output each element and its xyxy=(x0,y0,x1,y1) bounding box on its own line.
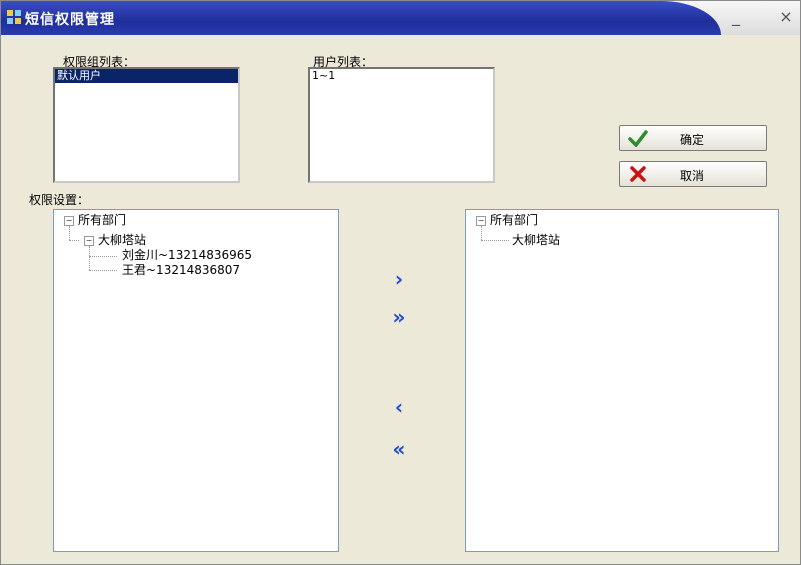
title-bar[interactable]: 短信权限管理 _ × xyxy=(1,1,800,35)
x-icon xyxy=(630,166,646,182)
user-list-item[interactable]: 1~1 xyxy=(310,69,493,83)
assigned-tree[interactable]: − 所有部门 大柳塔站 xyxy=(465,209,779,552)
window-title: 短信权限管理 xyxy=(25,12,115,28)
minimize-button[interactable]: _ xyxy=(725,7,747,27)
root-collapse-icon[interactable]: − xyxy=(64,216,74,226)
tree-node-user[interactable]: 刘金川~13214836965 xyxy=(122,248,252,262)
group-list-item[interactable]: 默认用户 xyxy=(55,69,238,83)
tree-connector xyxy=(481,240,509,241)
checkmark-icon xyxy=(628,130,648,147)
ok-button[interactable]: 确定 xyxy=(619,125,767,151)
tree-connector xyxy=(89,256,117,257)
child-collapse-icon[interactable]: − xyxy=(84,236,94,246)
minimize-icon: _ xyxy=(732,7,740,26)
tree-node-user[interactable]: 王君~13214836807 xyxy=(122,263,240,277)
remove-one-button[interactable]: ‹ xyxy=(387,397,411,417)
app-icon xyxy=(7,10,21,24)
add-one-button[interactable]: › xyxy=(387,269,411,289)
title-bar-tab: 短信权限管理 xyxy=(1,1,721,35)
add-all-button[interactable]: » xyxy=(387,307,411,327)
tree-connector xyxy=(69,240,79,241)
tree-connector xyxy=(481,226,482,240)
group-list[interactable]: 默认用户 xyxy=(53,67,240,183)
tree-node-root[interactable]: 所有部门 xyxy=(490,213,538,227)
close-button[interactable]: × xyxy=(775,7,797,27)
close-icon: × xyxy=(779,7,793,26)
tree-connector xyxy=(89,270,117,271)
ok-button-label: 确定 xyxy=(680,133,705,147)
double-chevron-right-icon: » xyxy=(392,305,406,329)
dialog-window: 短信权限管理 _ × 权限组列表： 默认用户 用户列表： 1~1 确定 取消 权… xyxy=(0,0,801,565)
tree-node-station[interactable]: 大柳塔站 xyxy=(98,233,146,247)
available-tree[interactable]: − 所有部门 − 大柳塔站 刘金川~13214836965 王君~1321483… xyxy=(53,209,339,552)
tree-connector xyxy=(69,226,70,240)
user-list[interactable]: 1~1 xyxy=(308,67,495,183)
tree-connector xyxy=(89,246,90,270)
tree-node-station[interactable]: 大柳塔站 xyxy=(512,233,560,247)
remove-all-button[interactable]: « xyxy=(387,439,411,459)
permission-label: 权限设置： xyxy=(29,193,90,207)
root-collapse-icon[interactable]: − xyxy=(476,216,486,226)
cancel-button[interactable]: 取消 xyxy=(619,161,767,187)
cancel-button-label: 取消 xyxy=(680,169,705,183)
tree-node-root[interactable]: 所有部门 xyxy=(78,213,126,227)
chevron-left-icon: ‹ xyxy=(394,395,404,419)
double-chevron-left-icon: « xyxy=(392,437,406,461)
chevron-right-icon: › xyxy=(394,267,404,291)
